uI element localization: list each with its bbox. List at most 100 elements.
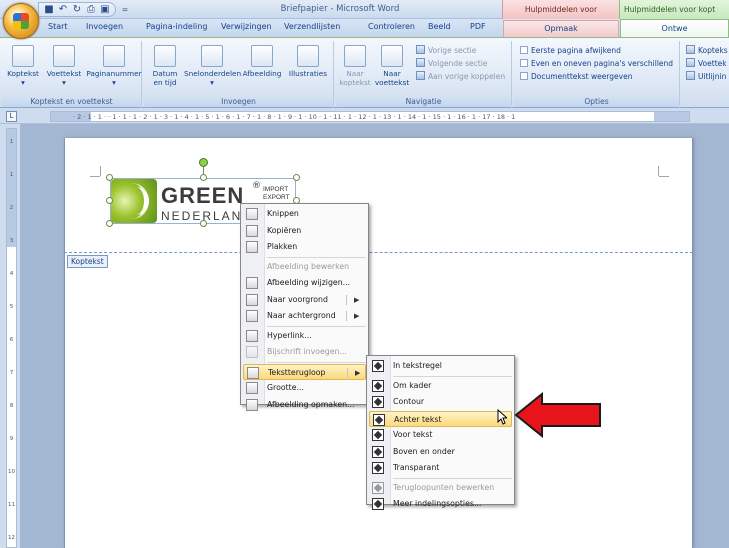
afbeelding-button[interactable]: Afbeelding	[240, 45, 284, 78]
menu-item-knippen[interactable]: Knippen	[243, 206, 366, 222]
rotation-handle[interactable]	[199, 158, 208, 167]
wrap-option-in-tekstregel[interactable]: In tekstregel	[369, 358, 512, 374]
page-number-icon	[103, 45, 125, 67]
header-tools-header: Hulpmiddelen voor kopt	[619, 0, 729, 19]
wrap-option-meer-indelingsopties[interactable]: Meer indelingsopties...	[369, 496, 512, 512]
menu-item-plakken[interactable]: Plakken	[243, 239, 366, 255]
tab-pagina-indeling[interactable]: Pagina-indeling	[146, 22, 207, 31]
tab-start[interactable]: Start	[48, 22, 68, 31]
menu-item-label: Transparant	[393, 463, 440, 472]
bring-front-icon	[246, 293, 258, 306]
horizontal-ruler[interactable]: · 2 · 1 · 1 · · 1 · 1 · 1 · 2 · 1 · 3 · …	[50, 111, 690, 122]
resize-handle-bm[interactable]	[200, 220, 207, 227]
group-navigatie: Naar koptekst Naar voettekst Vorige sect…	[336, 41, 512, 108]
resize-handle-tr[interactable]	[293, 174, 300, 181]
menu-item-afbeelding-bewerken[interactable]: Afbeelding bewerken	[243, 259, 366, 275]
wrap-option-contour[interactable]: Contour	[369, 394, 512, 410]
vorige-sectie-button[interactable]: Vorige sectie	[416, 45, 476, 57]
dropdown-arrow-icon: ▾	[21, 78, 25, 87]
text-wrap-icon	[247, 366, 259, 379]
menu-item-tekstterugloop[interactable]: Tekstterugloop ▶	[243, 363, 366, 380]
tab-invoegen[interactable]: Invoegen	[86, 22, 123, 31]
wrap-option-achter-tekst[interactable]: Achter tekst	[369, 410, 512, 427]
group-positie: Kopteks Voettek Uitlijnin	[682, 41, 729, 108]
tab-controleren[interactable]: Controleren	[368, 22, 415, 31]
snelonderdelen-button[interactable]: Snelonderdelen ▾	[184, 45, 241, 87]
submenu-divider	[347, 367, 348, 378]
volgende-sectie-button[interactable]: Volgende sectie	[416, 58, 487, 70]
vertical-ruler-label: 10	[8, 469, 15, 475]
ruler-bar: L · 2 · 1 · 1 · · 1 · 1 · 1 · 2 · 1 · 3 …	[0, 108, 729, 124]
menu-item-label: Grootte...	[267, 383, 304, 392]
redo-icon[interactable]: ↻	[70, 3, 84, 16]
print-icon[interactable]: ⎙	[84, 3, 98, 16]
paginanummer-button[interactable]: Paginanummer ▾	[86, 45, 142, 87]
tab-pdf[interactable]: PDF	[470, 22, 486, 31]
dropdown-arrow-icon: ▾	[62, 78, 66, 87]
koptekst-positie-field[interactable]: Kopteks	[686, 45, 728, 57]
wrap-option-om-kader[interactable]: Om kader	[369, 378, 512, 394]
resize-handle-tl[interactable]	[106, 174, 113, 181]
aan-vorige-koppelen-button[interactable]: Aan vorige koppelen	[416, 71, 505, 83]
context-menu: Knippen Kopiëren Plakken Afbeelding bewerke…	[240, 203, 369, 411]
wrap-style-icon	[372, 498, 384, 510]
datum-tijd-button[interactable]: Datum en tijd	[148, 45, 182, 87]
menu-item-bijschrift-invoegen[interactable]: Bijschrift invoegen...	[243, 344, 366, 360]
even-oneven-checkbox[interactable]: Even en oneven pagina's verschillend	[520, 58, 673, 70]
logo-export: EXPORT	[263, 194, 290, 201]
tab-opmaak[interactable]: Opmaak	[503, 20, 619, 37]
save-icon[interactable]: ■	[42, 3, 56, 16]
tab-verwijzingen[interactable]: Verwijzingen	[221, 22, 272, 31]
menu-item-label: Afbeelding bewerken	[267, 261, 350, 271]
resize-handle-bl[interactable]	[106, 220, 113, 227]
menu-item-kopi-ren[interactable]: Kopiëren	[243, 223, 366, 239]
resize-handle-tm[interactable]	[200, 174, 207, 181]
voettekst-positie-field[interactable]: Voettek	[686, 58, 727, 70]
menu-item-label: Achter tekst	[394, 414, 442, 424]
wrap-option-boven-en-onder[interactable]: Boven en onder	[369, 444, 512, 460]
mouse-cursor-icon	[497, 409, 507, 425]
submenu-arrow-icon: ▶	[355, 368, 361, 377]
office-logo-icon	[13, 13, 29, 29]
vertical-ruler[interactable]: 1 1 2 3 4 5 6 7 8 9 10 11 12	[6, 128, 17, 548]
voettekst-positie-label: Voettek	[698, 59, 727, 68]
menu-item-label: In tekstregel	[393, 361, 442, 370]
eerste-pagina-checkbox[interactable]: Eerste pagina afwijkend	[520, 45, 621, 57]
menu-item-naar-achtergrond[interactable]: Naar achtergrond ▶	[243, 308, 366, 324]
wrap-option-transparant[interactable]: Transparant	[369, 460, 512, 476]
menu-item-grootte[interactable]: Grootte...	[243, 380, 366, 396]
vertical-ruler-label: 8	[9, 403, 14, 409]
documenttekst-checkbox[interactable]: Documenttekst weergeven	[520, 71, 632, 83]
voettekst-button[interactable]: Voettekst ▾	[42, 45, 86, 87]
menu-item-afbeelding-wijzigen[interactable]: Afbeelding wijzigen...	[243, 275, 366, 291]
preview-icon[interactable]: ▣	[98, 3, 112, 16]
undo-icon[interactable]: ↶	[56, 3, 70, 16]
vertical-ruler-label: 1	[9, 172, 14, 178]
qat-customize-icon[interactable]: =	[118, 3, 132, 16]
menu-item-label: Om kader	[393, 380, 432, 390]
illustraties-button[interactable]: Illustraties	[284, 45, 332, 78]
footer-icon	[53, 45, 75, 67]
tab-ontwerpen[interactable]: Ontwe	[620, 19, 729, 38]
naar-koptekst-button[interactable]: Naar koptekst	[338, 45, 372, 87]
menu-separator	[267, 361, 366, 363]
group-label: Invoegen	[144, 96, 333, 107]
koptekst-button[interactable]: Koptekst ▾	[2, 45, 44, 87]
resize-handle-ml[interactable]	[106, 197, 113, 204]
menu-item-label: Naar achtergrond	[267, 311, 336, 320]
group-koptekst-voettekst: Koptekst ▾ Voettekst ▾ Paginanummer ▾ Kopte…	[2, 41, 142, 108]
uitlijning-button[interactable]: Uitlijnin	[686, 71, 726, 83]
tab-beeld[interactable]: Beeld	[428, 22, 451, 31]
wrap-option-terugloopunten-bewerken[interactable]: Terugloopunten bewerken	[369, 480, 512, 496]
naar-voettekst-button[interactable]: Naar voettekst	[374, 45, 410, 87]
menu-item-naar-voorgrond[interactable]: Naar voorgrond ▶	[243, 292, 366, 308]
title-bar: ■ ↶ ↻ ⎙ ▣ = Briefpapier - Microsoft Word…	[0, 0, 729, 33]
wrap-option-voor-tekst[interactable]: Voor tekst	[369, 427, 512, 443]
office-button[interactable]	[3, 3, 39, 39]
scissors-icon	[246, 208, 258, 220]
wrap-submenu: In tekstregel Om kader Contour Achter tekst…	[366, 355, 515, 510]
tab-selector-button[interactable]: L	[6, 111, 17, 122]
menu-item-hyperlink[interactable]: Hyperlink...	[243, 328, 366, 344]
tab-verzendlijsten[interactable]: Verzendlijsten	[284, 22, 340, 31]
menu-item-afbeelding-opmaken[interactable]: Afbeelding opmaken...	[243, 397, 366, 413]
